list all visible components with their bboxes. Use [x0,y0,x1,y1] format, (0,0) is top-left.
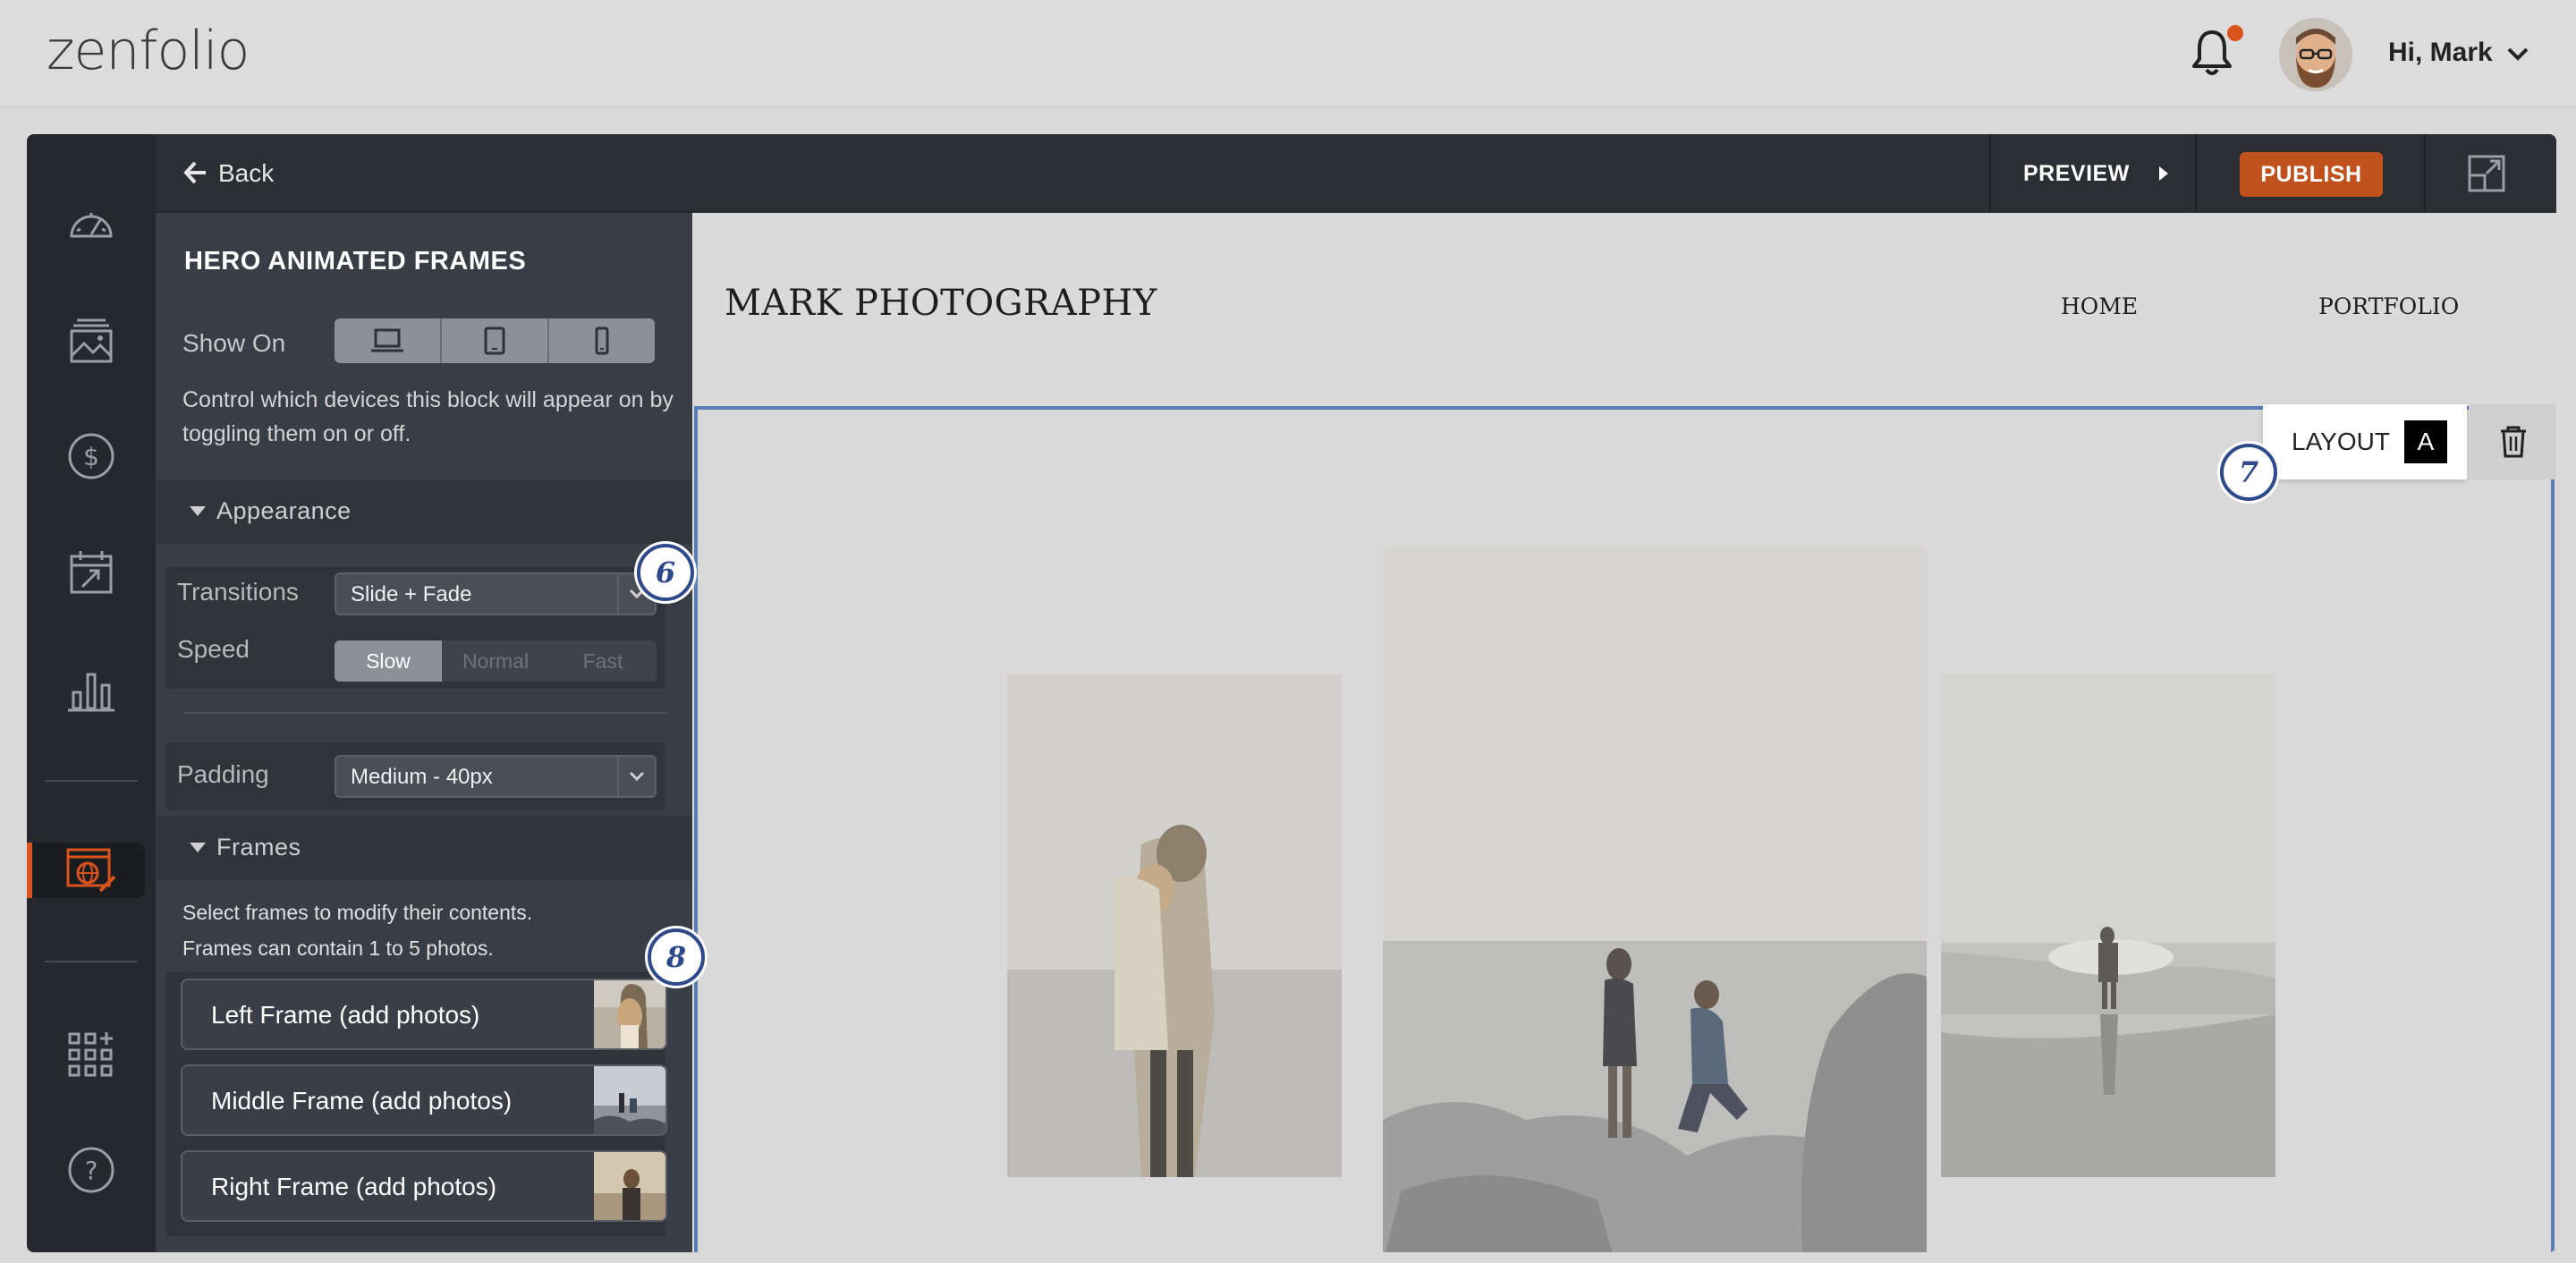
toolbar-separator [2424,134,2426,213]
mobile-icon [595,326,609,355]
frames-heading: Frames [216,834,301,860]
layout-variant-badge: A [2404,420,2447,463]
right-frame-photo[interactable] [1941,674,2275,1177]
rail-divider [45,780,138,782]
toggle-mobile[interactable] [549,318,655,363]
speed-option-normal[interactable]: Normal [442,640,549,682]
editor-toolbar: PREVIEW PUBLISH [692,134,2556,213]
publish-button[interactable]: PUBLISH [2240,152,2383,197]
dashboard-icon[interactable] [64,197,118,250]
step-badge-7: 7 [2220,444,2277,501]
speed-option-fast[interactable]: Fast [549,640,657,682]
calendar-icon[interactable] [64,546,118,599]
dollar-icon[interactable]: $ [64,429,118,483]
right-frame-label: Right Frame (add photos) [211,1173,497,1200]
padding-label: Padding [177,760,269,788]
rail-divider [45,961,138,962]
top-bar: zenfolio Hi, Mark [0,0,2576,107]
step-badge-8: 8 [648,928,705,986]
back-bar[interactable]: Back [156,134,692,213]
toggle-tablet[interactable] [442,318,549,363]
chevron-down-icon[interactable] [2504,43,2531,64]
left-frame-button[interactable]: Left Frame (add photos) [181,979,667,1050]
frames-section-header[interactable]: Frames [156,816,692,880]
notification-badge [2225,23,2245,43]
middle-frame-label: Middle Frame (add photos) [211,1087,513,1115]
appearance-heading: Appearance [216,497,352,524]
padding-select[interactable]: Medium - 40px [335,755,657,798]
block-title: HERO ANIMATED FRAMES [184,247,527,275]
svg-text:?: ? [85,1156,98,1185]
left-frame-thumbnail [594,980,665,1048]
delete-block-button[interactable] [2469,404,2556,479]
left-frame-photo[interactable] [1007,674,1342,1177]
panel-divider [184,712,667,714]
arrow-left-icon[interactable] [182,159,209,186]
speed-option-slow[interactable]: Slow [335,640,442,682]
laptop-icon [371,328,403,352]
middle-frame-thumbnail [594,1066,665,1134]
chevron-down-icon [617,757,655,796]
nav-portfolio[interactable]: PORTFOLIO [2318,293,2459,319]
nav-home[interactable]: HOME [2061,293,2138,319]
show-on-help-text: Control which devices this block will ap… [182,387,674,446]
frames-help-line-1: Select frames to modify their contents. [182,901,533,924]
left-frame-label: Left Frame (add photos) [211,1001,480,1029]
gallery-icon[interactable] [64,313,118,367]
svg-text:$: $ [83,442,99,471]
padding-value: Medium - 40px [351,765,493,789]
padding-card: Padding Medium - 40px [166,742,665,810]
speed-label: Speed [177,635,250,663]
step-badge-6: 6 [637,544,694,601]
site-title[interactable]: MARK PHOTOGRAPHY [724,283,1157,324]
transitions-label: Transitions [177,578,299,606]
right-frame-button[interactable]: Right Frame (add photos) [181,1150,667,1222]
back-button[interactable]: Back [218,159,274,188]
preview-button[interactable]: PREVIEW [2023,161,2130,187]
speed-segmented-control: Slow Normal Fast [335,640,657,682]
frames-help-line-2: Frames can contain 1 to 5 photos. [182,937,494,960]
layout-button[interactable]: LAYOUT A [2263,404,2467,479]
zenfolio-logo[interactable]: zenfolio [47,20,250,82]
appearance-section-header[interactable]: Appearance [156,479,692,544]
toolbar-separator [2195,134,2197,213]
frames-help-text: Select frames to modify their contents. … [182,894,683,966]
layout-label: LAYOUT [2292,428,2390,455]
avatar[interactable] [2279,18,2352,91]
help-icon[interactable]: ? [64,1143,118,1197]
frames-list: Left Frame (add photos) Middle Frame (ad… [166,971,667,1236]
site-header[interactable]: MARK PHOTOGRAPHY HOME PORTFOLIO [692,213,2556,406]
right-frame-thumbnail [594,1152,665,1220]
transitions-value: Slide + Fade [351,582,472,606]
caret-down-icon [190,843,206,852]
show-on-label: Show On [182,329,286,357]
toggle-desktop[interactable] [335,318,442,363]
transitions-select[interactable]: Slide + Fade [335,572,657,615]
apps-icon[interactable] [64,1029,118,1082]
avatar-face-icon [2279,18,2352,91]
toolbar-separator [1989,134,1991,213]
block-settings-panel: Back HERO ANIMATED FRAMES Show On Contro… [156,134,692,1252]
site-preview: MARK PHOTOGRAPHY HOME PORTFOLIO LAYOUT A [692,213,2556,1252]
caret-down-icon [190,506,206,516]
hero-animated-frames-block[interactable]: LAYOUT A [694,404,2556,1252]
middle-frame-button[interactable]: Middle Frame (add photos) [181,1064,667,1136]
device-toggle-group [335,318,655,363]
left-rail: $ ? [27,134,156,1252]
middle-frame-photo[interactable] [1383,547,1927,1252]
trash-icon [2501,426,2526,458]
user-greeting[interactable]: Hi, Mark [2388,38,2493,68]
website-editor-icon[interactable] [64,844,118,898]
play-icon [2159,166,2168,181]
stats-icon[interactable] [64,662,118,716]
transitions-card: Transitions Slide + Fade Speed Slow Norm… [166,567,665,689]
app-frame: $ ? Back HERO ANIMATED FRAMES Show On Co… [27,134,2556,1252]
tablet-icon [484,326,505,355]
fullscreen-icon[interactable] [2467,154,2506,193]
